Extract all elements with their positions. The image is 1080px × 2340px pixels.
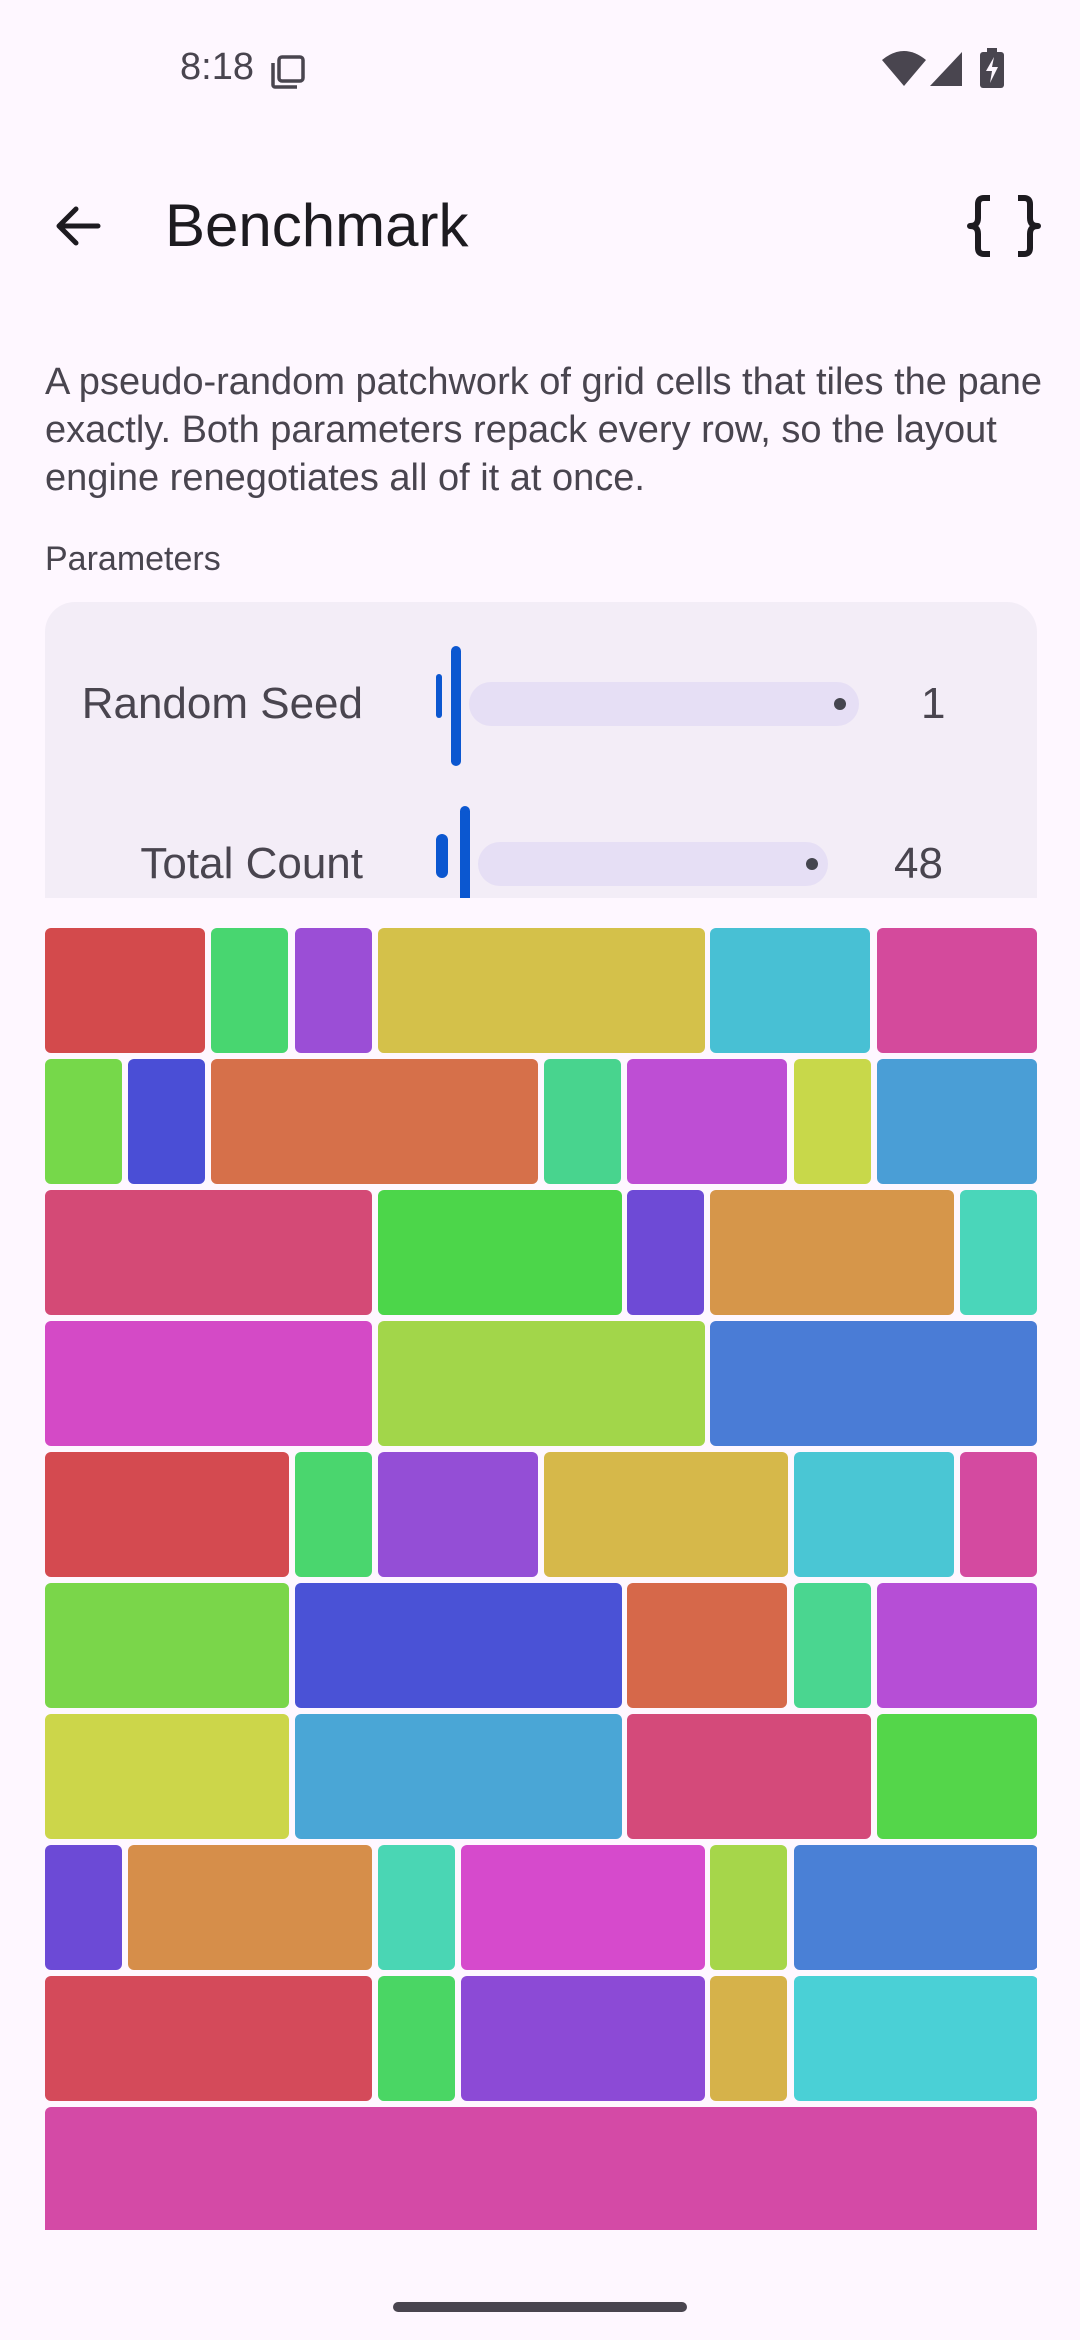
grid-cell (627, 1714, 871, 1839)
total-count-value: 48 (894, 839, 943, 888)
back-button[interactable] (30, 170, 126, 282)
grid-cell (378, 1321, 705, 1446)
grid-cell (378, 1976, 455, 2101)
grid-cell (461, 1845, 705, 1970)
grid-cell (45, 928, 205, 1053)
grid-cell (627, 1583, 787, 1708)
grid-cell (45, 1321, 372, 1446)
wifi-icon (882, 51, 926, 86)
grid-cell (295, 1583, 622, 1708)
grid-cell (378, 1452, 538, 1577)
grid-cell (627, 1059, 787, 1184)
grid-cell (544, 1059, 621, 1184)
grid-cell (45, 1583, 289, 1708)
page-title: Benchmark (165, 192, 469, 259)
slider-inactive-track (478, 842, 828, 886)
parameters-card: Random Seed 1 Total Count 48 (45, 602, 1037, 898)
slider-active-track (436, 674, 442, 718)
grid-cell (45, 1190, 372, 1315)
arrow-back-icon (56, 206, 101, 246)
grid-cell (710, 1190, 954, 1315)
grid-cell (461, 1976, 705, 2101)
slider-stop-indicator (834, 698, 846, 710)
grid-cell (710, 1976, 787, 2101)
random-seed-slider[interactable] (436, 646, 906, 766)
grid-cell (211, 1059, 538, 1184)
grid-cell (877, 928, 1037, 1053)
grid-cell (295, 928, 372, 1053)
grid-cell (877, 1059, 1037, 1184)
random-seed-value: 1 (921, 679, 946, 728)
total-count-slider[interactable] (436, 806, 906, 898)
grid-cell (794, 1059, 871, 1184)
grid-cell (710, 928, 870, 1053)
grid-cell (794, 1583, 871, 1708)
grid-cell (877, 1583, 1037, 1708)
grid-cell (710, 1321, 1037, 1446)
grid-cell (544, 1452, 788, 1577)
grid-cell (794, 1845, 1037, 1970)
status-time: 8:18 (180, 46, 254, 88)
total-count-label: Total Count (140, 839, 363, 888)
grid-cell (128, 1845, 372, 1970)
slider-active-track (436, 834, 448, 878)
grid-cell (794, 1976, 1037, 2101)
slider-inactive-track (469, 682, 859, 726)
grid-cell (45, 1452, 289, 1577)
slider-stop-indicator (806, 858, 818, 870)
code-braces-icon (967, 195, 1041, 257)
grid-cell (378, 1190, 622, 1315)
grid-cell (45, 2107, 1037, 2230)
parameters-section-label: Parameters (45, 540, 221, 578)
gesture-navigation-handle[interactable] (393, 2302, 687, 2312)
cellular-signal-icon (930, 52, 962, 86)
grid-cell (877, 1714, 1037, 1839)
patchwork-grid (45, 928, 1037, 2230)
random-seed-label: Random Seed (81, 679, 363, 728)
grid-cell (378, 1845, 455, 1970)
grid-cell (295, 1452, 372, 1577)
slider-thumb[interactable] (451, 646, 461, 766)
grid-cell (45, 1845, 122, 1970)
grid-cell (211, 928, 288, 1053)
slider-thumb[interactable] (460, 806, 470, 898)
grid-cell (45, 1976, 372, 2101)
battery-charging-icon (980, 48, 1004, 88)
grid-cell (960, 1190, 1037, 1315)
screenshot-notification-icon (271, 55, 305, 89)
grid-cell (794, 1452, 954, 1577)
grid-cell (45, 1059, 122, 1184)
top-app-bar: Benchmark (0, 170, 1080, 282)
grid-cell (295, 1714, 622, 1839)
grid-cell (378, 928, 705, 1053)
grid-cell (710, 1845, 787, 1970)
description-text: A pseudo-random patchwork of grid cells … (45, 361, 1043, 499)
grid-cell (128, 1059, 205, 1184)
grid-cell (45, 1714, 289, 1839)
status-bar: 8:18 (0, 0, 1080, 140)
code-view-button[interactable] (954, 170, 1054, 282)
grid-cell (960, 1452, 1037, 1577)
grid-cell (627, 1190, 704, 1315)
